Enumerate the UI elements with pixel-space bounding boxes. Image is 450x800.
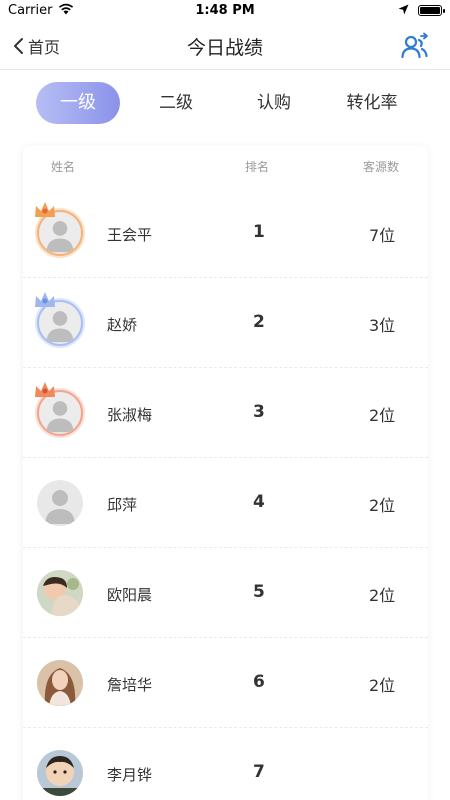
employee-name: 欧阳晨: [107, 586, 153, 604]
table-row[interactable]: 李月铧 7: [23, 728, 428, 800]
rank-value: 3: [253, 402, 265, 422]
nav-bar: 首页 今日战绩: [0, 22, 450, 70]
orange-crown-icon: [35, 202, 55, 217]
user-switch-icon[interactable]: [400, 32, 430, 60]
table-row[interactable]: 邱萍 4 2位: [23, 458, 428, 548]
client-count: 2位: [369, 406, 396, 425]
table-row[interactable]: 赵娇 2 3位: [23, 278, 428, 368]
rank-value: 2: [253, 312, 265, 332]
employee-name: 王会平: [107, 226, 153, 244]
blue-crown-icon: [35, 292, 55, 307]
status-bar: Carrier 1:48 PM: [0, 0, 450, 22]
rank-value: 5: [253, 582, 265, 602]
rank-value: 1: [253, 222, 265, 242]
avatar: [37, 570, 83, 616]
tab-level-two[interactable]: 二级: [140, 82, 212, 124]
table-row[interactable]: 詹培华 6 2位: [23, 638, 428, 728]
avatar: [37, 750, 83, 796]
clock: 1:48 PM: [195, 3, 255, 18]
table-row[interactable]: 欧阳晨 5 2位: [23, 548, 428, 638]
employee-name: 张淑梅: [107, 406, 153, 424]
client-count: 2位: [369, 586, 396, 605]
header-count: 客源数: [363, 160, 400, 174]
table-row[interactable]: 王会平 1 7位: [23, 188, 428, 278]
rank-value: 6: [253, 672, 265, 692]
tab-level-one[interactable]: 一级: [36, 82, 120, 124]
header-name: 姓名: [51, 160, 76, 174]
ranking-card: 姓名 排名 客源数 王会平 1 7位 赵娇 2 3位 张淑梅 3 2位 邱萍 4…: [23, 146, 428, 800]
rank-value: 4: [253, 492, 265, 512]
employee-name: 詹培华: [107, 676, 153, 694]
tab-conversion-rate[interactable]: 转化率: [332, 82, 412, 124]
client-count: 3位: [369, 316, 396, 335]
employee-name: 赵娇: [107, 316, 138, 334]
segment-tabs: 一级 二级 认购 转化率: [0, 80, 450, 126]
client-count: 2位: [369, 676, 396, 695]
table-header: 姓名 排名 客源数: [23, 146, 428, 186]
header-rank: 排名: [245, 160, 270, 174]
battery-icon: [418, 5, 445, 16]
page-title: 今日战绩: [186, 37, 263, 59]
employee-name: 李月铧: [107, 766, 153, 784]
client-count: 2位: [369, 496, 396, 515]
tab-subscription[interactable]: 认购: [238, 82, 310, 124]
rank-value: 7: [253, 762, 265, 782]
red-crown-icon: [35, 382, 55, 397]
client-count: 7位: [369, 226, 396, 245]
employee-name: 邱萍: [107, 496, 138, 514]
table-row[interactable]: 张淑梅 3 2位: [23, 368, 428, 458]
avatar: [37, 660, 83, 706]
location-arrow-icon: [398, 4, 409, 19]
avatar: [37, 480, 83, 526]
